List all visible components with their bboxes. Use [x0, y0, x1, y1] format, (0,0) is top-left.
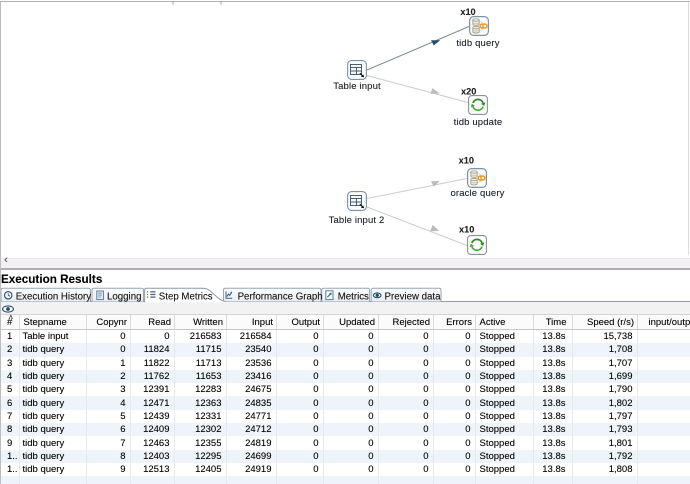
- svg-text:oracle query: oracle query: [450, 188, 504, 199]
- svg-text:Execution History: Execution History: [16, 292, 92, 303]
- svg-text:tidb update: tidb update: [454, 117, 503, 128]
- svg-text:Table input: Table input: [333, 81, 381, 92]
- svg-text:x10: x10: [459, 225, 474, 235]
- svg-text:Preview data: Preview data: [385, 292, 442, 303]
- svg-text:x10: x10: [460, 7, 475, 17]
- svg-text:x20: x20: [461, 87, 476, 97]
- svg-text:Logging: Logging: [107, 292, 141, 303]
- svg-text:x10: x10: [459, 156, 474, 166]
- svg-text:Step Metrics: Step Metrics: [159, 292, 213, 303]
- svg-text:Metrics: Metrics: [338, 292, 369, 303]
- svg-text:tidb query: tidb query: [456, 38, 499, 49]
- svg-text:Table input 2: Table input 2: [329, 215, 385, 226]
- svg-text:Performance Graph: Performance Graph: [238, 292, 323, 303]
